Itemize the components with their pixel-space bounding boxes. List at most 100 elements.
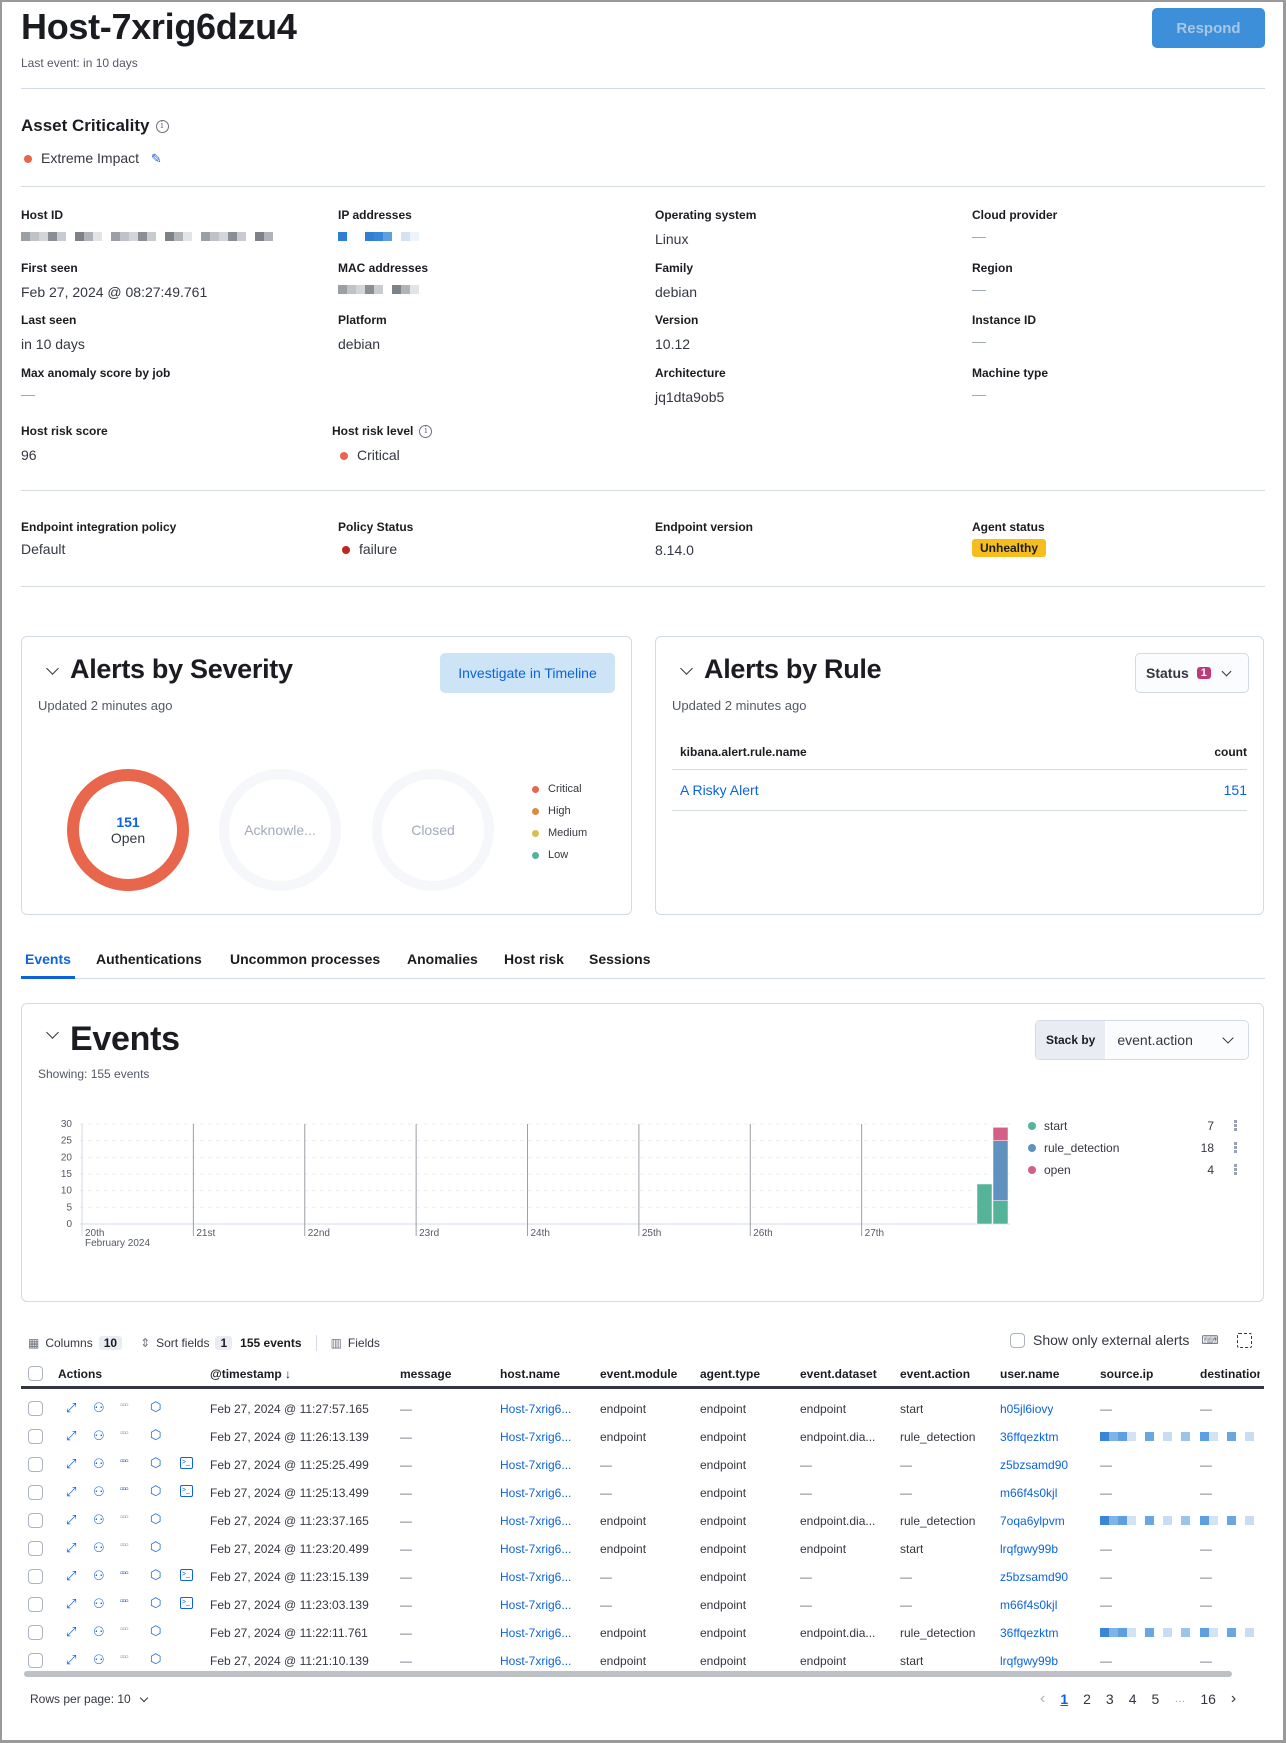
stack-by-select[interactable]: Stack by event.action <box>1035 1020 1249 1060</box>
tab-authentications[interactable]: Authentications <box>96 951 202 967</box>
expand-icon[interactable]: ⤢ <box>66 1428 76 1444</box>
table-row[interactable]: ⤢ ⚇ ▫▫▫ ⬡ Feb 27, 2024 @ 11:22:11.761 — Host-7… <box>0 1619 1286 1647</box>
legend-item-low[interactable]: Low <box>532 849 587 861</box>
status-filter-button[interactable]: Status 1 <box>1135 653 1249 693</box>
column-header-agenttype[interactable]: agent.type <box>700 1367 760 1381</box>
expand-icon[interactable]: ⤢ <box>66 1484 76 1500</box>
column-header-eventdataset[interactable]: event.dataset <box>800 1367 877 1381</box>
host-name-cell[interactable]: Host-7xrig6... <box>500 1514 571 1528</box>
session-view-icon[interactable]: >_ <box>180 1569 193 1581</box>
respond-button[interactable]: Respond <box>1152 8 1265 48</box>
analyze-event-icon[interactable]: ⚇ <box>93 1624 105 1640</box>
table-row[interactable]: ⤢ ⚇ ▫▫▫ ⬡ >_ Feb 27, 2024 @ 11:23:15.139 — Host… <box>0 1563 1286 1591</box>
investigate-icon[interactable]: ⬡ <box>150 1455 161 1471</box>
sort-fields-button[interactable]: ⇕ Sort fields 1 <box>140 1336 233 1350</box>
info-icon[interactable]: i <box>155 120 169 134</box>
donut-acknowle[interactable]: Acknowle... <box>219 769 341 891</box>
column-header-eventmodule[interactable]: event.module <box>600 1367 677 1381</box>
collapse-chevron-icon[interactable] <box>680 662 693 675</box>
session-view-icon[interactable]: >_ <box>180 1457 193 1469</box>
page-1[interactable]: 1 <box>1060 1691 1068 1707</box>
external-alerts-checkbox[interactable] <box>1010 1332 1025 1348</box>
tab-uncommon-processes[interactable]: Uncommon processes <box>230 951 380 967</box>
page-4[interactable]: 4 <box>1129 1691 1137 1707</box>
row-checkbox[interactable] <box>28 1401 43 1416</box>
column-header-username[interactable]: user.name <box>1000 1367 1059 1381</box>
collapse-chevron-icon[interactable] <box>46 662 59 675</box>
donut-open[interactable]: 151 Open <box>67 769 189 891</box>
analyze-event-icon[interactable]: ⚇ <box>93 1512 105 1528</box>
investigate-icon[interactable]: ⬡ <box>150 1623 161 1639</box>
table-row[interactable]: ⤢ ⚇ ▫▫▫ ⬡ >_ Feb 27, 2024 @ 11:25:25.499 — Host… <box>0 1451 1286 1479</box>
keyboard-icon[interactable]: ⌨ <box>1201 1333 1218 1347</box>
analyze-event-icon[interactable]: ⚇ <box>93 1568 105 1584</box>
user-name-cell[interactable]: lrqfgwy99b <box>1000 1654 1058 1668</box>
analyze-event-icon[interactable]: ⚇ <box>93 1596 105 1612</box>
table-row[interactable]: ⤢ ⚇ ▫▫▫ ⬡ Feb 27, 2024 @ 11:23:20.499 — Host-7… <box>0 1535 1286 1563</box>
host-name-cell[interactable]: Host-7xrig6... <box>500 1570 571 1584</box>
column-header-timestamp[interactable]: @timestamp ↓ <box>210 1367 291 1381</box>
horizontal-scrollbar[interactable] <box>24 1671 1232 1677</box>
column-header-eventaction[interactable]: event.action <box>900 1367 970 1381</box>
donut-closed[interactable]: Closed <box>372 769 494 891</box>
expand-icon[interactable]: ⤢ <box>66 1512 76 1528</box>
host-name-cell[interactable]: Host-7xrig6... <box>500 1598 571 1612</box>
more-actions-icon[interactable]: ▫▫▫ <box>120 1456 129 1467</box>
rows-per-page-select[interactable]: Rows per page: 10 <box>30 1692 148 1706</box>
analyze-event-icon[interactable]: ⚇ <box>93 1540 105 1556</box>
rule-link[interactable]: A Risky Alert <box>680 782 759 798</box>
user-name-cell[interactable]: m66f4s0kjl <box>1000 1598 1057 1612</box>
user-name-cell[interactable]: m66f4s0kjl <box>1000 1486 1057 1500</box>
user-name-cell[interactable]: z5bzsamd90 <box>1000 1570 1068 1584</box>
expand-icon[interactable]: ⤢ <box>66 1400 76 1416</box>
host-name-cell[interactable]: Host-7xrig6... <box>500 1402 571 1416</box>
previous-page-icon[interactable]: ‹ <box>1040 1690 1045 1708</box>
page-16[interactable]: 16 <box>1200 1691 1216 1707</box>
row-checkbox[interactable] <box>28 1457 43 1472</box>
row-checkbox[interactable] <box>28 1541 43 1556</box>
expand-icon[interactable]: ⤢ <box>66 1456 76 1472</box>
host-name-cell[interactable]: Host-7xrig6... <box>500 1654 571 1668</box>
row-checkbox[interactable] <box>28 1653 43 1668</box>
investigate-icon[interactable]: ⬡ <box>150 1511 161 1527</box>
analyze-event-icon[interactable]: ⚇ <box>93 1484 105 1500</box>
table-row[interactable]: ⤢ ⚇ ▫▫▫ ⬡ >_ Feb 27, 2024 @ 11:25:13.499 — Host… <box>0 1479 1286 1507</box>
page-3[interactable]: 3 <box>1106 1691 1114 1707</box>
legend-item-medium[interactable]: Medium <box>532 827 587 839</box>
user-name-cell[interactable]: h05jl6iovy <box>1000 1402 1053 1416</box>
host-name-cell[interactable]: Host-7xrig6... <box>500 1458 571 1472</box>
columns-button[interactable]: ▦ Columns 10 <box>28 1336 123 1350</box>
next-page-icon[interactable]: › <box>1231 1690 1236 1708</box>
rule-count[interactable]: 151 <box>1224 782 1247 798</box>
expand-icon[interactable]: ⤢ <box>66 1540 76 1556</box>
fields-button[interactable]: ▥ Fields <box>331 1336 380 1350</box>
row-checkbox[interactable] <box>28 1513 43 1528</box>
info-icon[interactable]: i <box>419 425 433 439</box>
more-actions-icon[interactable]: ▫▫▫ <box>120 1428 129 1439</box>
table-row[interactable]: ⤢ ⚇ ▫▫▫ ⬡ Feb 27, 2024 @ 11:23:37.165 — Host-7… <box>0 1507 1286 1535</box>
more-actions-icon[interactable]: ▫▫▫ <box>120 1540 129 1551</box>
collapse-chevron-icon[interactable] <box>46 1026 59 1039</box>
page-5[interactable]: 5 <box>1152 1691 1160 1707</box>
host-name-cell[interactable]: Host-7xrig6... <box>500 1542 571 1556</box>
page-2[interactable]: 2 <box>1083 1691 1091 1707</box>
column-header-Actions[interactable]: Actions <box>58 1367 102 1381</box>
column-header-message[interactable]: message <box>400 1367 451 1381</box>
table-row[interactable]: ⤢ ⚇ ▫▫▫ ⬡ Feb 27, 2024 @ 11:26:13.139 — Host-7… <box>0 1423 1286 1451</box>
row-checkbox[interactable] <box>28 1597 43 1612</box>
investigate-icon[interactable]: ⬡ <box>150 1651 161 1667</box>
expand-icon[interactable]: ⤢ <box>66 1624 76 1640</box>
fullscreen-icon[interactable] <box>1236 1332 1252 1348</box>
row-checkbox[interactable] <box>28 1485 43 1500</box>
more-actions-icon[interactable]: ▫▫▫ <box>120 1652 129 1663</box>
row-checkbox[interactable] <box>28 1429 43 1444</box>
tab-sessions[interactable]: Sessions <box>589 951 650 967</box>
legend-item-high[interactable]: High <box>532 805 587 817</box>
more-actions-icon[interactable]: ▫▫▫ <box>120 1484 129 1495</box>
user-name-cell[interactable]: lrqfgwy99b <box>1000 1542 1058 1556</box>
investigate-icon[interactable]: ⬡ <box>150 1399 161 1415</box>
more-actions-icon[interactable]: ▫▫▫ <box>120 1624 129 1635</box>
expand-icon[interactable]: ⤢ <box>66 1596 76 1612</box>
host-name-cell[interactable]: Host-7xrig6... <box>500 1486 571 1500</box>
column-header-sourceip[interactable]: source.ip <box>1100 1367 1153 1381</box>
